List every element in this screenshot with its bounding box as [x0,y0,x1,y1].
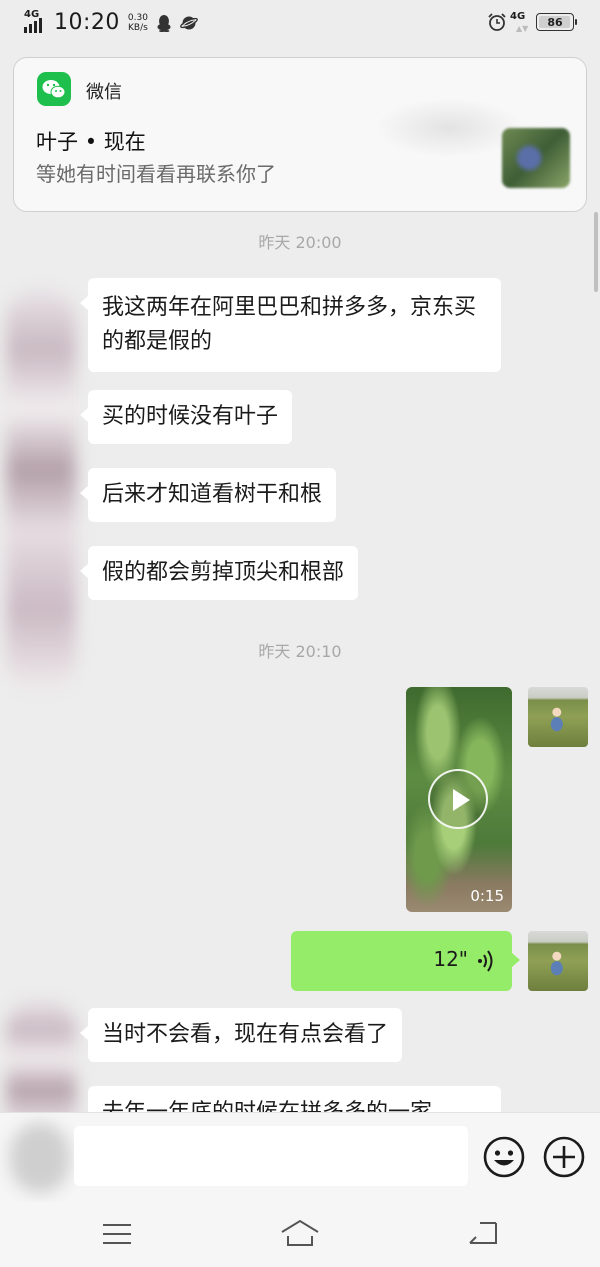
voice-wave-icon [478,950,493,972]
alarm-icon [488,13,506,31]
play-icon[interactable] [428,769,488,829]
separator-dot: • [84,130,104,154]
message-input[interactable] [74,1126,468,1186]
message-bubble[interactable]: 我这两年在阿里巴巴和拼多多，京东买的都是假的 [80,278,501,372]
message-bubble[interactable]: 后来才知道看树干和根 [79,468,337,522]
contact-avatar[interactable] [6,290,76,690]
message-bubble[interactable]: 买的时候没有叶子 [79,390,293,444]
network-4g-icon: 4G ▲▼ [510,11,529,33]
chat-timestamp: 昨天 20:00 [258,233,342,252]
back-icon[interactable] [466,1219,498,1247]
notification-app-name: 微信 [86,82,122,103]
plus-icon[interactable] [542,1135,586,1179]
wechat-icon [37,72,71,106]
home-icon[interactable] [280,1218,320,1248]
my-avatar[interactable] [528,931,588,991]
wechat-notification[interactable]: 微信 叶子 • 现在 等她有时间看看再联系你了 [13,57,587,212]
video-message[interactable]: 0:15 [406,687,512,912]
network-speed: 0.30 KB/s [127,12,148,33]
voice-duration: 12" [433,947,468,971]
qq-icon [157,14,171,32]
emoji-icon[interactable] [482,1135,526,1179]
status-bar: 4G 10:20 0.30 KB/s 4G ▲▼ 86 [0,0,600,46]
chat-timestamp: 昨天 20:10 [258,642,342,661]
notification-message: 等她有时间看看再联系你了 [36,162,276,186]
message-bubble[interactable]: 当时不会看，现在有点会看了 [79,1008,403,1062]
my-avatar[interactable] [528,687,588,747]
notification-image [502,128,570,188]
video-duration: 0:15 [470,887,504,905]
battery-level: 86 [547,15,563,29]
navigation-bar [0,1202,600,1267]
status-time: 10:20 [54,10,120,35]
menu-icon[interactable] [102,1222,132,1246]
voice-message[interactable]: 12" [291,931,520,991]
notification-time: 现在 [103,130,146,154]
planet-icon [180,16,198,29]
signal-icon: 4G [24,9,50,35]
notification-sender: 叶子 [36,130,78,154]
message-bubble[interactable]: 假的都会剪掉顶尖和根部 [79,546,359,600]
notification-header: 叶子 • 现在 [36,126,146,156]
scrollbar[interactable] [594,212,598,292]
input-bar [0,1112,600,1202]
battery-icon: 86 [536,13,577,31]
